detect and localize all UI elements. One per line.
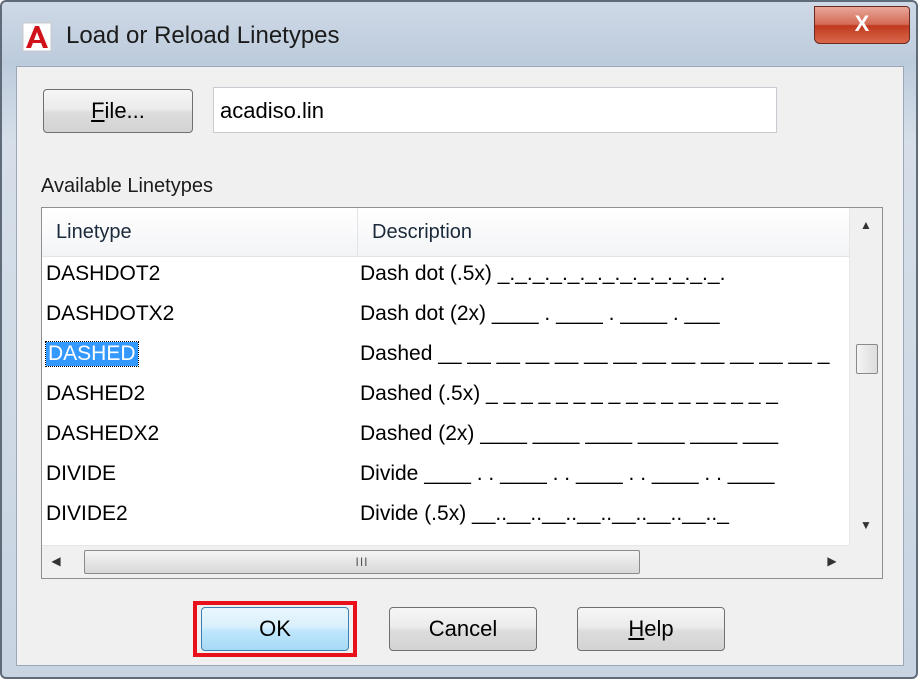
linetype-name: DASHDOT2 [46,262,161,285]
list-item[interactable]: DASHED2 Dashed (.5x) _ _ _ _ _ _ _ _ _ _… [42,376,850,416]
cancel-button[interactable]: Cancel [389,607,537,651]
linetype-description: Dashed __ __ __ __ __ __ __ __ __ __ __ … [360,342,830,365]
list-item[interactable]: DASHDOTX2 Dash dot (2x) ____ . ____ . __… [42,296,850,336]
autocad-icon [22,22,52,52]
list-item[interactable]: DIVIDE2 Divide (.5x) __..__..__..__..__.… [42,496,850,536]
column-header-linetype[interactable]: Linetype [42,208,358,256]
scroll-up-icon[interactable]: ▲ [850,218,882,232]
list-header: Linetype Description [42,208,850,257]
vertical-scrollbar[interactable]: ▲ ▼ [849,208,882,546]
scrollbar-corner [850,546,882,578]
linetype-description: Dash dot (.5x) _._._._._._._._._._._._._… [360,262,726,285]
title-bar[interactable]: Load or Reload Linetypes X [2,2,916,66]
linetype-description: Divide (.5x) __..__..__..__..__..__..__.… [360,502,729,525]
linetype-name: DIVIDE2 [46,502,128,525]
column-header-description[interactable]: Description [358,208,850,256]
dialog-body: File... acadiso.lin Available Linetypes … [16,66,904,666]
linetype-description: Divide ____ . . ____ . . ____ . . ____ .… [360,462,775,485]
filename-field[interactable]: acadiso.lin [213,87,777,133]
linetype-name: DASHED2 [46,382,146,405]
list-item[interactable]: DASHDOT2 Dash dot (.5x) _._._._._._._._.… [42,256,850,296]
linetype-list[interactable]: Linetype Description DASHDOT2 Dash dot (… [41,207,883,579]
dialog-window: Load or Reload Linetypes X File... acadi… [0,0,918,679]
list-item[interactable]: DIVIDE Divide ____ . . ____ . . ____ . .… [42,456,850,496]
file-button[interactable]: File... [43,89,193,133]
horizontal-scroll-thumb[interactable]: III [84,550,640,574]
scroll-down-icon[interactable]: ▼ [850,518,882,532]
linetype-description: Dashed (.5x) _ _ _ _ _ _ _ _ _ _ _ _ _ _… [360,382,778,405]
list-item[interactable]: DASHEDX2 Dashed (2x) ____ ____ ____ ____… [42,416,850,456]
window-title: Load or Reload Linetypes [66,22,340,49]
close-icon: X [854,11,870,36]
horizontal-scrollbar[interactable]: ◀ III ▶ [42,545,850,578]
linetype-description: Dashed (2x) ____ ____ ____ ____ ____ ___ [360,422,779,445]
scroll-right-icon[interactable]: ▶ [822,554,842,568]
close-button[interactable]: X [814,6,910,44]
list-item-selected[interactable]: DASHED Dashed __ __ __ __ __ __ __ __ __… [42,336,850,376]
linetype-description: Dash dot (2x) ____ . ____ . ____ . ___ [360,302,720,325]
available-linetypes-label: Available Linetypes [41,175,213,197]
linetype-name: DIVIDE [46,462,117,485]
linetype-name: DASHDOTX2 [46,302,175,325]
vertical-scroll-thumb[interactable] [856,344,878,374]
linetype-name: DASHEDX2 [46,422,160,445]
help-button[interactable]: Help [577,607,725,651]
scroll-left-icon[interactable]: ◀ [46,554,66,568]
linetype-name: DASHED [45,341,139,367]
ok-button[interactable]: OK [201,607,349,651]
